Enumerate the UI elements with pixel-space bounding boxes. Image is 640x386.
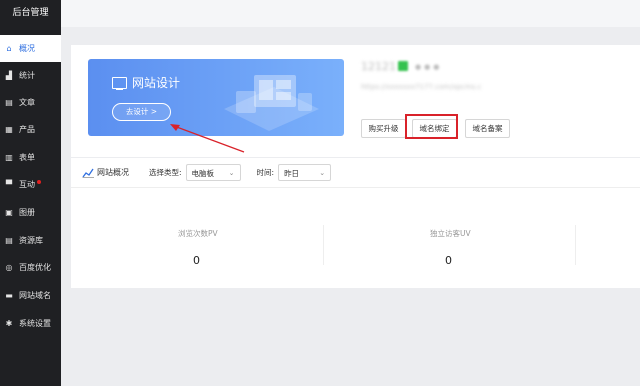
sidebar-item-label: 统计 <box>19 71 35 80</box>
chevron-down-icon: ⌄ <box>319 169 326 177</box>
type-label: 选择类型: <box>149 168 182 177</box>
article-icon: ▤ <box>5 98 13 107</box>
monitor-icon <box>112 76 127 90</box>
site-name: 12121 <box>361 60 396 73</box>
banner-title-text: 网站设计 <box>132 76 181 90</box>
site-tags: ●●● <box>415 63 443 71</box>
sidebar-item-seo[interactable]: ◎ 百度优化 <box>0 254 61 281</box>
sidebar-item-gallery[interactable]: ▣ 图册 <box>0 199 61 226</box>
seo-icon: ◎ <box>5 263 13 272</box>
sidebar: 后台管理 ⌂ 概况 ▟ 统计 ▤ 文章 ▦ 产品 ▥ 表单 ▀ 互动 ▣ 图册 … <box>0 0 61 386</box>
sidebar-item-overview[interactable]: ⌂ 概况 <box>0 35 61 62</box>
sidebar-item-label: 文章 <box>19 98 35 107</box>
time-select-value: 昨日 <box>284 169 300 178</box>
time-select[interactable]: 昨日 ⌄ <box>278 164 332 181</box>
admin-title: 后台管理 <box>12 8 49 18</box>
sidebar-item-label: 互动 <box>19 180 35 189</box>
site-url[interactable]: https://xxxxxxx7177.com/xpcms.c <box>361 83 481 91</box>
time-label: 时间: <box>256 168 275 177</box>
interaction-icon: ▀ <box>5 180 13 189</box>
sidebar-item-domain[interactable]: ▬ 网站域名 <box>0 282 61 309</box>
sidebar-item-stats[interactable]: ▟ 统计 <box>0 62 61 89</box>
sidebar-item-label: 产品 <box>19 125 35 134</box>
domain-icon: ▬ <box>5 291 13 300</box>
stat-divider <box>323 225 324 265</box>
sidebar-item-label: 网站域名 <box>19 291 51 300</box>
status-icon <box>398 61 408 71</box>
product-icon: ▦ <box>5 125 13 134</box>
uv-label: 独立访客UV <box>430 229 471 238</box>
banner-title: 网站设计 <box>112 74 180 91</box>
type-select-value: 电脑板 <box>191 169 215 178</box>
gallery-icon: ▣ <box>5 208 13 217</box>
type-select[interactable]: 电脑板 ⌄ <box>185 164 241 181</box>
stats-icon: ▟ <box>5 71 13 80</box>
sidebar-item-label: 概况 <box>19 44 35 53</box>
sidebar-item-forms[interactable]: ▥ 表单 <box>0 144 61 171</box>
home-icon: ⌂ <box>6 44 12 53</box>
overview-title: 网站概况 <box>97 168 129 177</box>
domain-record-button[interactable]: 域名备案 <box>465 119 510 138</box>
uv-value: 0 <box>445 254 452 267</box>
sidebar-item-products[interactable]: ▦ 产品 <box>0 116 61 143</box>
sidebar-item-label: 百度优化 <box>19 263 51 272</box>
sidebar-item-articles[interactable]: ▤ 文章 <box>0 89 61 116</box>
settings-icon: ✱ <box>5 319 13 328</box>
pv-value: 0 <box>193 254 200 267</box>
stat-divider <box>575 225 576 265</box>
sidebar-item-interaction[interactable]: ▀ 互动 <box>0 171 61 198</box>
overview-header: 网站概况 选择类型: 电脑板 ⌄ 时间: 昨日 ⌄ <box>71 158 640 188</box>
notification-dot <box>37 179 41 184</box>
library-icon: ▤ <box>5 236 13 245</box>
chevron-down-icon: ⌄ <box>228 169 235 177</box>
annotation-arrow-icon <box>170 124 245 153</box>
form-icon: ▥ <box>5 153 13 162</box>
sidebar-item-label: 表单 <box>19 153 35 162</box>
sidebar-item-label: 图册 <box>19 208 35 217</box>
pv-label: 浏览次数PV <box>178 229 218 238</box>
highlight-annotation <box>405 114 458 139</box>
sidebar-item-library[interactable]: ▤ 资源库 <box>0 227 61 254</box>
top-bar <box>61 0 640 27</box>
sidebar-item-label: 资源库 <box>19 236 43 245</box>
sidebar-item-label: 系统设置 <box>19 319 51 328</box>
chart-icon <box>82 168 94 178</box>
site-overview-panel: 网站概况 选择类型: 电脑板 ⌄ 时间: 昨日 ⌄ 浏览次数PV 0 独立访客U… <box>71 158 640 288</box>
sidebar-item-settings[interactable]: ✱ 系统设置 <box>0 310 61 337</box>
buy-upgrade-button[interactable]: 购买升级 <box>361 119 406 138</box>
